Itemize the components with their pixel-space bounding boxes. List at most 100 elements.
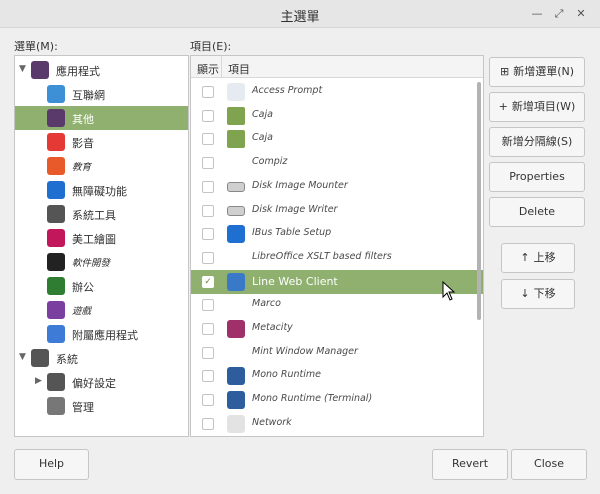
collapse-caret-icon[interactable]: ▼	[19, 64, 26, 74]
graphics-icon	[47, 229, 65, 247]
show-checkbox[interactable]	[202, 346, 214, 359]
show-checkbox[interactable]	[202, 86, 214, 98]
item-row-network[interactable]: Network	[191, 412, 483, 436]
tree-item-10[interactable]: 遊戲	[15, 298, 188, 322]
delete-button[interactable]: Delete	[489, 197, 585, 227]
tree-item-label: 其他	[72, 113, 94, 126]
item-label: Access Prompt	[252, 85, 323, 96]
tree-item-label: 教育	[72, 162, 92, 173]
move-down-button[interactable]: ↓ 下移	[501, 279, 575, 309]
show-checkbox[interactable]	[202, 133, 214, 146]
tree-item-4[interactable]: 教育	[15, 154, 188, 178]
show-checkbox[interactable]	[202, 251, 214, 264]
preferences-icon	[47, 373, 65, 391]
item-label: Mono Runtime	[252, 369, 321, 381]
show-checkbox[interactable]	[202, 228, 214, 241]
show-checkbox[interactable]	[202, 370, 214, 383]
column-header-item[interactable]: 項目	[228, 61, 250, 77]
tree-item-11[interactable]: 附屬應用程式	[15, 322, 188, 346]
tree-item-2[interactable]: 其他	[15, 106, 188, 130]
minimize-button[interactable]: —	[529, 6, 545, 22]
show-checkbox[interactable]	[202, 204, 214, 217]
show-checkbox[interactable]	[202, 180, 214, 193]
items-scrollbar[interactable]	[477, 82, 481, 320]
arrow-down-icon: ↓	[520, 287, 530, 300]
menu-tree[interactable]: ▼ 應用程式互聯網其他影音教育無障礙功能系統工具美工繪圖軟件開發辦公遊戲附屬應用程…	[14, 55, 189, 437]
tree-item-label: 辦公	[72, 281, 94, 294]
tree-item-0[interactable]: ▼ 應用程式	[15, 58, 188, 82]
item-row-disk-image-mounter[interactable]: Disk Image Mounter	[191, 175, 483, 199]
tree-item-14[interactable]: 管理	[15, 394, 188, 418]
collapse-caret-icon[interactable]: ▼	[19, 352, 26, 362]
education-icon	[47, 157, 65, 175]
maximize-button[interactable]: ⤢	[551, 6, 567, 22]
help-button[interactable]: Help	[14, 449, 89, 480]
tree-item-9[interactable]: 辦公	[15, 274, 188, 298]
item-row-mint-window-manager[interactable]: Mint Window Manager	[191, 341, 483, 365]
properties-button[interactable]: Properties	[489, 162, 585, 192]
tree-item-label: 互聯網	[72, 89, 105, 102]
item-row-disk-image-writer[interactable]: Disk Image Writer	[191, 199, 483, 223]
plus-icon: +	[498, 100, 508, 113]
tree-item-label: 美工繪圖	[72, 233, 116, 246]
tree-item-7[interactable]: 美工繪圖	[15, 226, 188, 250]
item-row-metacity[interactable]: Metacity	[191, 317, 483, 341]
column-header-show[interactable]: 顯示	[197, 61, 219, 77]
item-row-marco[interactable]: Marco	[191, 293, 483, 317]
key-icon	[227, 83, 245, 101]
tree-item-5[interactable]: 無障礙功能	[15, 178, 188, 202]
item-row-compiz[interactable]: Compiz	[191, 151, 483, 175]
expand-caret-icon[interactable]: ▶	[35, 376, 42, 386]
item-row-access-prompt[interactable]: Access Prompt	[191, 80, 483, 104]
move-up-button[interactable]: ↑ 上移	[501, 243, 575, 273]
drive-icon	[227, 205, 245, 216]
item-row-ibus-table-setup[interactable]: IBus Table Setup	[191, 222, 483, 246]
item-label: Disk Image Mounter	[252, 179, 348, 191]
tree-item-3[interactable]: 影音	[15, 130, 188, 154]
grid-icon	[47, 109, 65, 127]
revert-button[interactable]: Revert	[432, 449, 508, 480]
close-window-button[interactable]: ✕	[573, 6, 589, 22]
show-checkbox[interactable]	[202, 157, 214, 170]
item-row-caja[interactable]: Caja	[191, 127, 483, 151]
tree-item-8[interactable]: 軟件開發	[15, 250, 188, 274]
tree-item-label: 無障礙功能	[72, 185, 127, 198]
show-checkbox[interactable]: ✓	[202, 275, 214, 288]
item-row-caja[interactable]: Caja	[191, 104, 483, 128]
show-checkbox[interactable]	[202, 417, 214, 430]
tree-item-label: 管理	[72, 401, 94, 414]
tree-item-label: 遊戲	[72, 306, 92, 317]
column-separator	[221, 56, 222, 78]
folder-icon	[227, 106, 245, 125]
tree-item-13[interactable]: ▶ 偏好設定	[15, 370, 188, 394]
mono-icon	[227, 391, 245, 410]
tree-item-label: 系統工具	[72, 209, 116, 222]
new-separator-button[interactable]: 新增分隔線(S)	[489, 127, 585, 157]
item-row-mono-runtime[interactable]: Mono Runtime	[191, 364, 483, 388]
tree-item-12[interactable]: ▼ 系統	[15, 346, 188, 370]
show-checkbox[interactable]	[202, 394, 214, 407]
close-button[interactable]: Close	[511, 449, 587, 480]
item-row-mono-runtime-terminal[interactable]: Mono Runtime (Terminal)	[191, 388, 483, 412]
show-checkbox[interactable]	[202, 109, 214, 122]
tree-item-label: 應用程式	[56, 65, 100, 78]
mono-icon	[227, 367, 245, 386]
tree-item-label: 影音	[72, 137, 94, 150]
item-label: Network	[252, 416, 292, 428]
accessories-icon	[47, 325, 65, 343]
games-icon	[47, 301, 65, 319]
gear-icon	[31, 349, 49, 367]
items-list[interactable]: 顯示 項目 Access Prompt Caja Caja Compiz Disk Im…	[190, 55, 484, 437]
office-icon	[47, 277, 65, 295]
new-menu-icon: ⊞	[499, 65, 510, 78]
item-label: Compiz	[252, 156, 288, 168]
new-item-button[interactable]: + 新增項目(W)	[489, 92, 585, 122]
show-checkbox[interactable]	[202, 299, 214, 312]
tree-item-6[interactable]: 系統工具	[15, 202, 188, 226]
items-label: 項目(E):	[190, 40, 232, 53]
item-row-line-web-client[interactable]: ✓ Line Web Client	[191, 269, 483, 294]
tree-item-1[interactable]: 互聯網	[15, 82, 188, 106]
item-row-libreoffice-xslt-based-filters[interactable]: LibreOffice XSLT based filters	[191, 246, 483, 270]
show-checkbox[interactable]	[202, 323, 214, 335]
new-menu-button[interactable]: ⊞ 新增選單(N)	[489, 57, 585, 87]
